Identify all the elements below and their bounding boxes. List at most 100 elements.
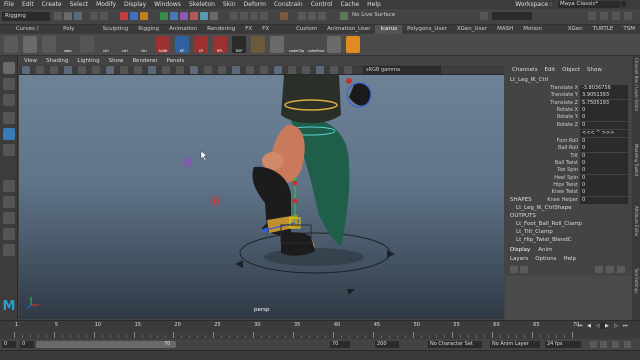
hand-ik-handle[interactable] [346,78,352,84]
render-settings-icon[interactable] [318,12,326,20]
render-icon[interactable] [298,12,306,20]
shelf-button[interactable] [4,36,18,53]
play-back-icon[interactable]: ◁ [596,323,600,329]
shelf-button[interactable] [42,36,56,53]
move-tool-icon[interactable] [3,112,15,124]
mask-deformers-icon[interactable] [190,12,198,20]
snap-point-icon[interactable] [250,12,258,20]
textured-icon[interactable] [190,66,198,74]
shelf-tab-icarus[interactable]: Icarus [375,25,403,34]
anti-alias-icon[interactable] [260,66,268,74]
channel-attr-row[interactable]: Tilt 0 [505,152,632,160]
fps-dropdown[interactable]: 24 fps [545,341,581,348]
channel-attr-row[interactable]: Translate Z 5.7505193 [505,99,632,107]
anim-layer-dropdown[interactable]: No Anim Layer [490,341,540,348]
command-line[interactable] [0,350,640,360]
channel-attr-row[interactable]: Heel Spin 0 [505,174,632,182]
shadows-icon[interactable] [218,66,226,74]
select-component-icon[interactable] [140,12,148,20]
shelf-button[interactable]: RSP [232,36,246,53]
menu-windows[interactable]: Windows [154,1,181,8]
menu-modify[interactable]: Modify [96,1,116,8]
snap-grid-icon[interactable] [230,12,238,20]
camera-attributes-icon[interactable] [36,66,44,74]
output-node-item[interactable]: Lt_Hip_Twist_BlendC [516,237,572,243]
layer-menu-help[interactable]: Help [563,256,576,262]
xray-icon[interactable] [288,66,296,74]
go-to-start-icon[interactable]: ⏮ [578,323,583,329]
menu-display[interactable]: Display [124,1,146,8]
channel-attr-row[interactable]: Ball Twist 0 [505,160,632,167]
resolution-gate-icon[interactable] [106,66,114,74]
viewport-menu-show[interactable]: Show [109,58,124,64]
lasso-tool-icon[interactable] [3,78,15,90]
shelf-tab-sculpting[interactable]: Sculpting [98,25,134,34]
redo-icon[interactable] [100,12,108,20]
single-view-icon[interactable] [3,180,15,192]
shelf-tab-rigging[interactable]: Rigging [133,25,164,34]
channel-attr-value[interactable]: <<< ^ >>> [580,129,628,137]
menu-skeleton[interactable]: Skeleton [189,1,215,8]
input-line-field[interactable] [492,12,532,20]
shelf-button[interactable] [23,36,37,53]
channel-attr-value[interactable]: 0 [580,145,628,153]
toggle-modeling-toolkit-icon[interactable] [600,12,608,20]
save-scene-icon[interactable] [74,12,82,20]
audio-toggle-icon[interactable] [600,341,607,348]
animation-prefs-icon[interactable] [624,341,631,348]
mask-rendering-icon[interactable] [210,12,218,20]
mask-dynamics-icon[interactable] [200,12,208,20]
channel-attr-row[interactable]: Rotate X0 [505,106,632,114]
layer-tab-display[interactable]: Display [510,247,530,253]
layer-menu-layers[interactable]: Layers [510,256,528,262]
workspace-dropdown[interactable]: Maya Classic* [558,1,620,8]
step-back-icon[interactable]: ◀ [587,323,591,329]
shelf-button[interactable]: codeClip [289,36,304,53]
shelf-tab-fx-caching[interactable]: FX Caching [257,25,291,41]
gate-mask-icon[interactable] [120,66,128,74]
shelf-tab-poly-modeling[interactable]: Poly Modeling [58,25,97,41]
wireframe-icon[interactable] [148,66,156,74]
select-hierarchy-icon[interactable] [120,12,128,20]
side-tab-tool-settings[interactable]: Tool Settings [633,268,639,293]
channel-box-menu-show[interactable]: Show [587,67,602,73]
shelf-button[interactable] [327,36,341,53]
channel-attr-row[interactable]: Knee Twist 0 [505,189,632,197]
channel-attr-row[interactable]: Ball Roll 0 [505,145,632,153]
menu-file[interactable]: File [4,1,14,8]
channel-attr-value[interactable]: 0 [580,196,628,204]
shelf-tab-custom[interactable]: Custom [291,25,322,34]
shelf-button[interactable] [346,36,360,53]
3d-viewport[interactable] [19,75,504,319]
layer-move-down-icon[interactable] [520,266,528,273]
side-tab-attribute-editor[interactable]: Attribute Editor [633,206,639,237]
mask-surfaces-icon[interactable] [180,12,188,20]
range-slider-handle[interactable] [36,341,176,348]
viewport-menu-panels[interactable]: Panels [167,58,185,64]
shelf-button[interactable]: sdsc [61,36,75,53]
channel-attr-row[interactable]: <<< ^ >>> [505,129,632,137]
xray-active-icon[interactable] [316,66,324,74]
channel-attr-value[interactable]: 5.7505193 [580,99,628,107]
viewport-menu-lighting[interactable]: Lighting [77,58,99,64]
new-layer-selected-icon[interactable] [606,266,614,273]
menu-control[interactable]: Control [311,1,333,8]
channel-box-menu-edit[interactable]: Edit [544,67,555,73]
shelf-button[interactable]: RPL [213,36,227,53]
channel-attr-value[interactable]: 0 [580,138,628,146]
shelf-button[interactable] [80,36,94,53]
channel-attr-row[interactable]: Rotate Y0 [505,114,632,122]
menu-constrain[interactable]: Constrain [274,1,303,8]
viewport-menu-shading[interactable]: Shading [46,58,68,64]
select-camera-icon[interactable] [22,66,30,74]
shelf-tab-turtle[interactable]: TURTLE [588,25,619,34]
channel-box-menu-channels[interactable]: Channels [512,67,537,73]
shelf-button[interactable]: ctrl [137,36,151,53]
channel-attr-value[interactable]: 0 [580,181,628,189]
shelf-button[interactable]: ctrl [118,36,132,53]
menu-deform[interactable]: Deform [244,1,266,8]
step-forward-icon[interactable]: ▷ [614,323,618,329]
open-scene-icon[interactable] [64,12,72,20]
snap-curve-icon[interactable] [240,12,248,20]
shelf-tab-motion-graphics[interactable]: Motion Graphics [518,25,563,41]
